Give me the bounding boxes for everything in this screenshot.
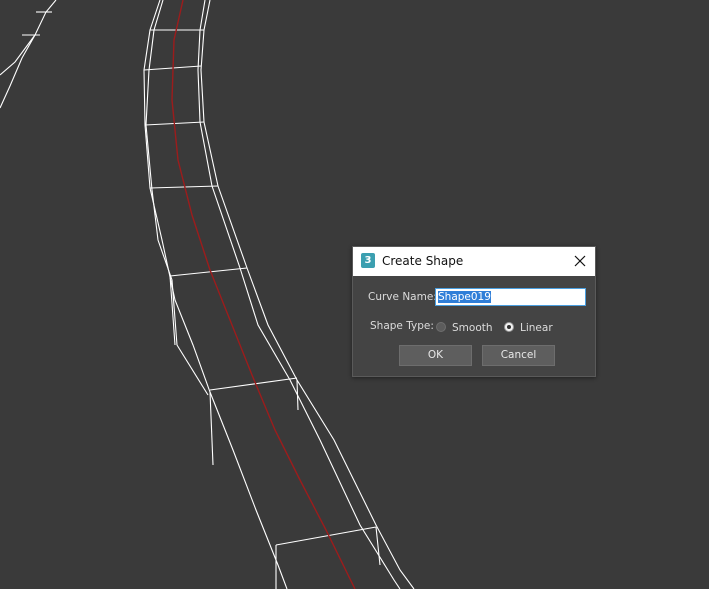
close-button[interactable] [567,250,593,272]
linear-radio-label[interactable]: Linear [520,322,553,334]
smooth-radio[interactable] [436,322,446,332]
curve-name-label: Curve Name: [368,291,437,303]
dialog-title: Create Shape [382,254,464,268]
create-shape-dialog: 3 Create Shape Curve Name: Shape019 Shap… [352,246,596,377]
dialog-titlebar[interactable]: 3 Create Shape [353,247,595,276]
cancel-button[interactable]: Cancel [482,345,555,366]
close-icon [574,255,586,267]
linear-radio[interactable] [504,322,514,332]
curve-name-input[interactable]: Shape019 [435,288,586,306]
curve-name-value: Shape019 [438,291,491,303]
smooth-radio-label[interactable]: Smooth [452,322,493,334]
ok-button[interactable]: OK [399,345,472,366]
shape-type-label: Shape Type: [370,320,434,332]
3dsmax-app-icon: 3 [361,253,375,268]
